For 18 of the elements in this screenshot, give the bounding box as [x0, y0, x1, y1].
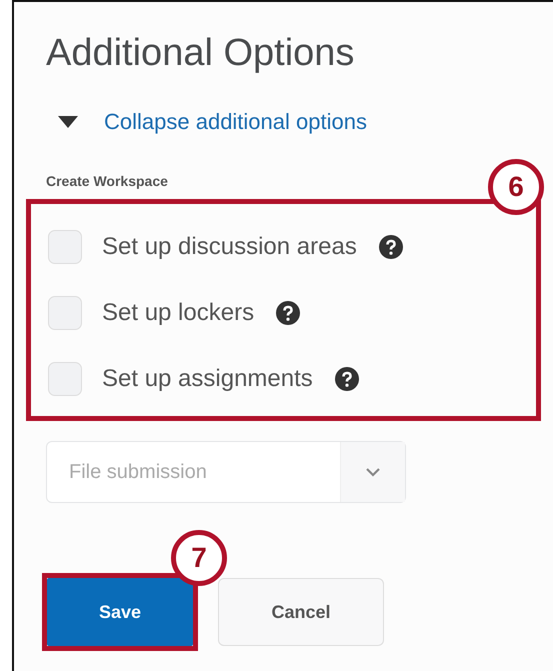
checkbox[interactable]: [48, 362, 82, 396]
help-icon[interactable]: [378, 235, 403, 259]
callout-badge: 7: [171, 530, 227, 586]
page-title: Additional Options: [46, 32, 356, 75]
checkbox[interactable]: [48, 296, 82, 330]
checkbox-label: Set up discussion areas: [102, 233, 357, 261]
help-icon[interactable]: [334, 367, 359, 391]
checkbox-label: Set up assignments: [102, 365, 313, 393]
save-button[interactable]: Save: [47, 578, 193, 646]
caret-icon: [58, 116, 78, 128]
section-label: Create Workspace: [46, 173, 168, 189]
checkbox[interactable]: [48, 230, 82, 264]
help-icon[interactable]: [276, 301, 300, 325]
checkbox-label: Set up lockers: [102, 299, 254, 327]
cancel-button[interactable]: Cancel: [218, 578, 384, 646]
chevron-down-icon: [366, 468, 380, 476]
callout-badge: 6: [488, 159, 544, 215]
collapse-link[interactable]: Collapse additional options: [58, 109, 367, 135]
